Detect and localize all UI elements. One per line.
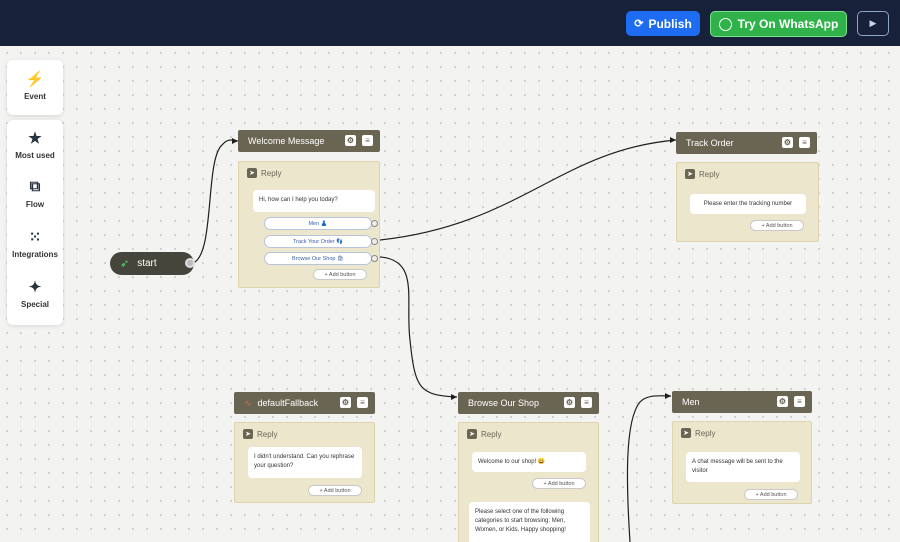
track-add-button[interactable]: + Add button xyxy=(750,220,804,231)
welcome-add-button[interactable]: + Add button xyxy=(313,269,367,280)
men-node-title: Men xyxy=(682,397,700,407)
track-node-header[interactable]: Track Order ⚙ ≡ xyxy=(676,132,817,154)
fallback-icon: ∿ xyxy=(244,397,252,408)
tool-event-label: Event xyxy=(24,92,46,101)
reply-icon: ➤ xyxy=(681,428,691,438)
track-node-body[interactable]: ➤ Reply Please enter the tracking number… xyxy=(676,162,819,242)
event-panel: ⚡ Event xyxy=(7,60,63,115)
start-output-port[interactable] xyxy=(185,258,195,268)
browse-node-header[interactable]: Browse Our Shop ⚙ ≡ xyxy=(458,392,599,414)
fallback-message-text[interactable]: I didn't understand. Can you rephrase yo… xyxy=(248,447,362,478)
men-node-body[interactable]: ➤ Reply A chat message will be sent to t… xyxy=(672,421,812,504)
quick-reply-track-order[interactable]: Track Your Order 👣 xyxy=(264,235,372,248)
men-add-button[interactable]: + Add button xyxy=(744,489,798,500)
brain-icon[interactable]: ⚙ xyxy=(777,396,788,407)
sparkles-icon: ✦ xyxy=(28,279,42,296)
edge-men xyxy=(626,395,672,542)
reply-icon: ➤ xyxy=(247,168,257,178)
fallback-node-body[interactable]: ➤ Reply I didn't understand. Can you rep… xyxy=(234,422,375,503)
reply-icon: ➤ xyxy=(243,429,253,439)
arrow-browse xyxy=(451,394,457,400)
port-browse-shop[interactable] xyxy=(371,255,378,262)
start-node[interactable]: ➶ start xyxy=(110,252,195,275)
reply-icon: ➤ xyxy=(467,429,477,439)
brain-icon[interactable]: ⚙ xyxy=(564,397,575,408)
men-message-text[interactable]: A chat message will be sent to the visit… xyxy=(686,452,800,482)
start-label: start xyxy=(137,258,157,269)
tool-integrations[interactable]: ⁙ Integrations xyxy=(7,228,63,259)
port-men[interactable] xyxy=(371,220,378,227)
browse-node-body[interactable]: ➤ Reply Welcome to our shop! 😀 + Add but… xyxy=(458,422,599,542)
reply-label: Reply xyxy=(261,168,282,178)
notes-icon[interactable]: ≡ xyxy=(357,397,368,408)
tools-panel: ★ Most used ⧉ Flow ⁙ Integrations ✦ Spec… xyxy=(7,120,63,325)
flow-icon: ⧉ xyxy=(29,178,41,195)
browse-add-button[interactable]: + Add button xyxy=(532,478,586,489)
rocket-icon: ➶ xyxy=(120,258,130,270)
star-icon: ★ xyxy=(28,130,42,147)
tool-most-used[interactable]: ★ Most used xyxy=(7,129,63,160)
quick-reply-men[interactable]: Men 👗 xyxy=(264,217,372,230)
brain-icon[interactable]: ⚙ xyxy=(345,135,356,146)
track-message-text[interactable]: Please enter the tracking number xyxy=(690,194,806,214)
men-node-header[interactable]: Men ⚙ ≡ xyxy=(672,391,812,413)
tool-integrations-label: Integrations xyxy=(12,250,58,259)
brain-icon[interactable]: ⚙ xyxy=(340,397,351,408)
notes-icon[interactable]: ≡ xyxy=(799,137,810,148)
lightning-icon: ⚡ xyxy=(25,71,45,88)
welcome-node-title: Welcome Message xyxy=(248,136,325,146)
tool-flow[interactable]: ⧉ Flow xyxy=(7,178,63,209)
welcome-message-text[interactable]: Hi, how can I help you today? xyxy=(253,190,375,212)
reply-label: Reply xyxy=(481,429,502,439)
edge-browse-shop xyxy=(379,256,458,398)
reply-label: Reply xyxy=(695,428,716,438)
welcome-node-header[interactable]: Welcome Message ⚙ ≡ xyxy=(238,130,380,152)
reply-icon: ➤ xyxy=(685,169,695,179)
track-node-title: Track Order xyxy=(686,138,734,148)
tool-flow-label: Flow xyxy=(25,200,45,209)
fallback-add-button[interactable]: + Add button xyxy=(308,485,362,496)
fallback-node-title: defaultFallback xyxy=(257,398,319,408)
tool-special-label: Special xyxy=(20,300,49,309)
brain-icon[interactable]: ⚙ xyxy=(782,137,793,148)
quick-reply-browse-shop[interactable]: Browse Our Shop 🛍 xyxy=(264,252,372,265)
welcome-node-body[interactable]: ➤ Reply Hi, how can I help you today? Me… xyxy=(238,161,380,288)
tool-event[interactable]: ⚡ Event xyxy=(7,70,63,101)
reply-label: Reply xyxy=(257,429,278,439)
notes-icon[interactable]: ≡ xyxy=(362,135,373,146)
tool-special[interactable]: ✦ Special xyxy=(7,278,63,309)
arrow-men xyxy=(665,393,671,399)
notes-icon[interactable]: ≡ xyxy=(794,396,805,407)
edge-start-welcome xyxy=(192,139,239,264)
browse-node-title: Browse Our Shop xyxy=(468,398,540,408)
grid-icon: ⁙ xyxy=(28,229,42,246)
fallback-node-header[interactable]: ∿ defaultFallback ⚙ ≡ xyxy=(234,392,375,414)
reply-label: Reply xyxy=(699,169,720,179)
port-track-order[interactable] xyxy=(371,238,378,245)
edge-track-order xyxy=(379,139,677,241)
browse-message2-text[interactable]: Please select one of the following categ… xyxy=(469,502,590,542)
notes-icon[interactable]: ≡ xyxy=(581,397,592,408)
browse-message-text[interactable]: Welcome to our shop! 😀 xyxy=(472,452,586,472)
tool-most-used-label: Most used xyxy=(15,151,55,160)
